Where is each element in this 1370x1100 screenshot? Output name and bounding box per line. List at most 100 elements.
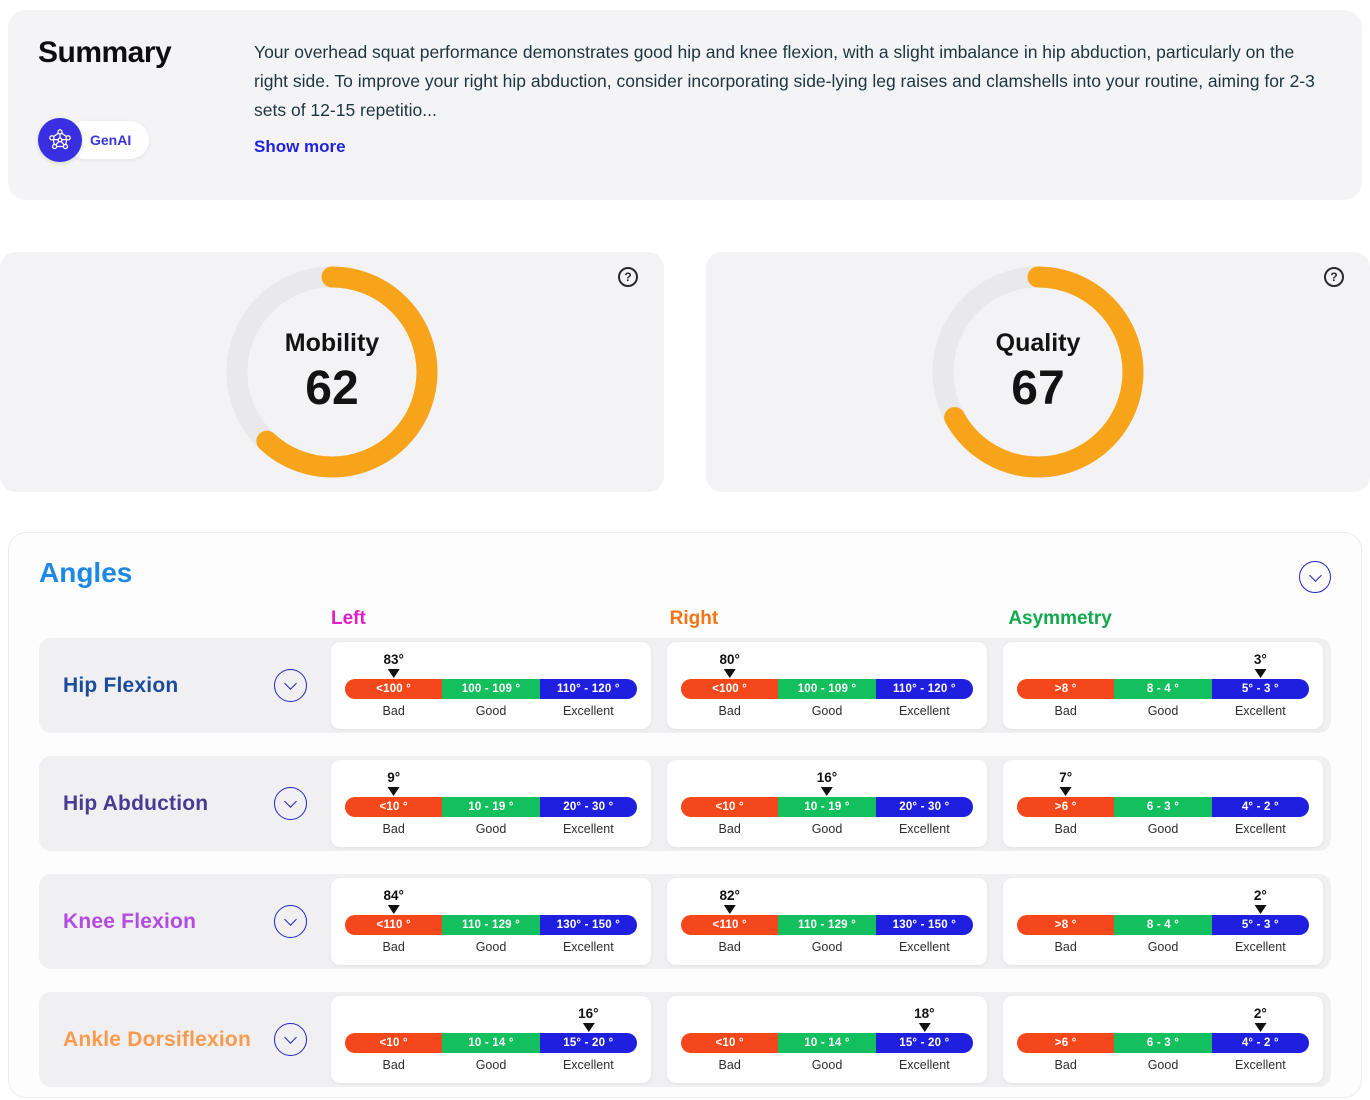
- angle-row-header: Knee Flexion: [39, 905, 315, 938]
- measurement-card-left: 84°<110 °110 - 129 °130° - 150 °BadGoodE…: [331, 878, 651, 965]
- angle-value: 3°: [1254, 652, 1267, 667]
- angle-rows: Hip Flexion83°<100 °100 - 109 °110° - 12…: [39, 638, 1331, 1087]
- expand-row-button[interactable]: [274, 787, 307, 820]
- scale-label: Excellent: [876, 1058, 973, 1072]
- scale-label: Good: [442, 940, 539, 954]
- column-header-left: Left: [331, 608, 654, 630]
- scale-labels: BadGoodExcellent: [681, 940, 973, 954]
- chevron-down-icon: [284, 1031, 297, 1044]
- range-bar: <10 °10 - 19 °20° - 30 °: [681, 797, 973, 817]
- measurement-card-asymmetry: 2°>8 °8 - 4 °5° - 3 °BadGoodExcellent: [1003, 878, 1323, 965]
- expand-row-button[interactable]: [274, 905, 307, 938]
- marker-triangle-icon: [821, 787, 833, 796]
- range-segment-good: 10 - 19 °: [442, 797, 539, 817]
- angle-value: 18°: [914, 1006, 934, 1021]
- range-bar: <110 °110 - 129 °130° - 150 °: [345, 915, 637, 935]
- gauge-label: Quality: [996, 329, 1081, 358]
- scale-label: Excellent: [876, 822, 973, 836]
- chevron-down-icon: [1309, 569, 1322, 582]
- collapse-section-button[interactable]: [1299, 561, 1331, 593]
- summary-title: Summary: [38, 36, 208, 70]
- chevron-down-icon: [284, 795, 297, 808]
- range-segment-good: 10 - 14 °: [442, 1033, 539, 1053]
- marker-zone: 9°: [345, 766, 637, 797]
- angle-row-label: Hip Flexion: [63, 674, 178, 698]
- gauge-label: Mobility: [285, 329, 379, 358]
- range-segment-bad: >8 °: [1017, 915, 1114, 935]
- help-icon[interactable]: ?: [1324, 267, 1344, 287]
- measurement-card-right: 18°<10 °10 - 14 °15° - 20 °BadGoodExcell…: [667, 996, 987, 1083]
- marker-triangle-icon: [724, 905, 736, 914]
- range-segment-excellent: 5° - 3 °: [1212, 679, 1309, 699]
- scale-label: Bad: [681, 822, 778, 836]
- range-segment-bad: >6 °: [1017, 1033, 1114, 1053]
- angle-value: 80°: [719, 652, 739, 667]
- column-header-asymmetry: Asymmetry: [1008, 608, 1331, 630]
- marker-triangle-icon: [724, 669, 736, 678]
- mobility-gauge-card: ? Mobility 62: [0, 252, 664, 492]
- range-segment-excellent: 15° - 20 °: [876, 1033, 973, 1053]
- scale-label: Bad: [1017, 940, 1114, 954]
- range-bar: <10 °10 - 19 °20° - 30 °: [345, 797, 637, 817]
- value-marker: 84°: [383, 888, 403, 914]
- angle-value: 16°: [817, 770, 837, 785]
- range-bar: <10 °10 - 14 °15° - 20 °: [345, 1033, 637, 1053]
- show-more-link[interactable]: Show more: [254, 137, 346, 157]
- angle-value: 9°: [387, 770, 400, 785]
- range-segment-bad: >6 °: [1017, 797, 1114, 817]
- scale-label: Excellent: [540, 940, 637, 954]
- expand-row-button[interactable]: [274, 669, 307, 702]
- scale-label: Good: [442, 1058, 539, 1072]
- value-marker: 16°: [817, 770, 837, 796]
- scale-label: Bad: [1017, 822, 1114, 836]
- marker-zone: 84°: [345, 884, 637, 915]
- range-segment-good: 100 - 109 °: [442, 679, 539, 699]
- summary-body: Your overhead squat performance demonstr…: [254, 36, 1322, 170]
- value-marker: 82°: [719, 888, 739, 914]
- scale-label: Bad: [1017, 1058, 1114, 1072]
- marker-triangle-icon: [918, 1023, 930, 1032]
- column-header-right: Right: [670, 608, 993, 630]
- scale-label: Excellent: [1212, 1058, 1309, 1072]
- range-segment-bad: <10 °: [681, 797, 778, 817]
- column-header-spacer: [39, 608, 315, 630]
- scale-labels: BadGoodExcellent: [681, 704, 973, 718]
- scale-label: Excellent: [540, 1058, 637, 1072]
- gauges-section: ? Mobility 62 ? Quality: [0, 252, 1370, 492]
- scale-labels: BadGoodExcellent: [345, 822, 637, 836]
- measurement-card-asymmetry: 7°>6 °6 - 3 °4° - 2 °BadGoodExcellent: [1003, 760, 1323, 847]
- angle-row: Hip Abduction 9° <10 °10 - 19 °20° - 30 ° B…: [39, 756, 1331, 851]
- help-icon[interactable]: ?: [618, 267, 638, 287]
- scale-label: Excellent: [540, 822, 637, 836]
- range-segment-good: 100 - 109 °: [778, 679, 875, 699]
- measurement-card-asymmetry: 2°>6 °6 - 3 °4° - 2 °BadGoodExcellent: [1003, 996, 1323, 1083]
- range-segment-bad: <10 °: [345, 1033, 442, 1053]
- angle-row-label: Hip Abduction: [63, 792, 208, 816]
- marker-triangle-icon: [1254, 669, 1266, 678]
- range-segment-bad: <10 °: [345, 797, 442, 817]
- range-segment-good: 10 - 19 °: [778, 797, 875, 817]
- value-marker: 7°: [1059, 770, 1072, 796]
- expand-row-button[interactable]: [274, 1023, 307, 1056]
- range-bar: <110 °110 - 129 °130° - 150 °: [681, 915, 973, 935]
- marker-triangle-icon: [582, 1023, 594, 1032]
- value-marker: 83°: [383, 652, 403, 678]
- chevron-down-icon: [284, 913, 297, 926]
- range-segment-excellent: 130° - 150 °: [540, 915, 637, 935]
- angle-row-label: Knee Flexion: [63, 910, 196, 934]
- value-marker: 18°: [914, 1006, 934, 1032]
- value-marker: 80°: [719, 652, 739, 678]
- range-bar: >8 °8 - 4 °5° - 3 °: [1017, 679, 1309, 699]
- column-headers: Left Right Asymmetry: [39, 608, 1331, 630]
- marker-zone: 83°: [345, 648, 637, 679]
- marker-triangle-icon: [1254, 905, 1266, 914]
- gauge-text: Quality 67: [932, 266, 1144, 478]
- quality-gauge-card: ? Quality 67: [706, 252, 1370, 492]
- measurement-card-left: 9° <10 °10 - 19 °20° - 30 ° BadGoodExcelle…: [331, 760, 651, 847]
- gauge-value: 67: [1011, 361, 1064, 416]
- measurement-card-asymmetry: 3°>8 °8 - 4 °5° - 3 °BadGoodExcellent: [1003, 642, 1323, 729]
- marker-zone: 2°: [1017, 1002, 1309, 1033]
- scale-label: Good: [778, 940, 875, 954]
- range-segment-excellent: 130° - 150 °: [876, 915, 973, 935]
- neural-network-icon: [38, 118, 82, 162]
